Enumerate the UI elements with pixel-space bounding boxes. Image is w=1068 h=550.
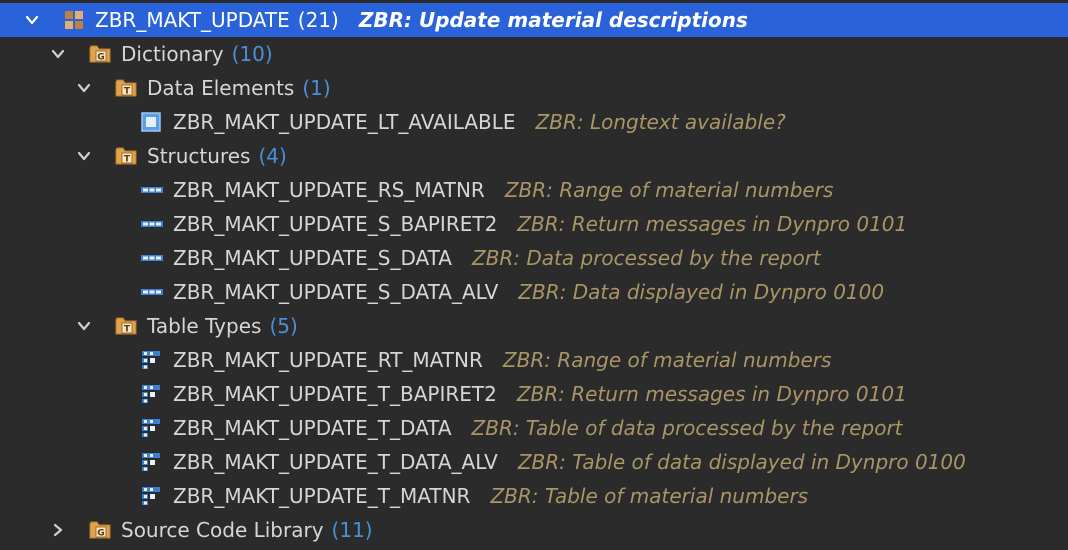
- table-type-icon: [141, 452, 161, 472]
- node-name: ZBR_MAKT_UPDATE_T_DATA_ALV: [173, 450, 498, 474]
- tree-node-structures[interactable]: T Structures (4): [0, 139, 1068, 173]
- tree-leaf-data-element[interactable]: ZBR_MAKT_UPDATE_LT_AVAILABLE ZBR: Longte…: [0, 105, 1068, 139]
- table-type-icon: [141, 350, 161, 370]
- structure-icon: [141, 180, 163, 200]
- node-count: (4): [258, 144, 287, 168]
- node-count: (1): [302, 76, 331, 100]
- node-name: ZBR_MAKT_UPDATE_S_DATA: [173, 246, 452, 270]
- node-name: ZBR_MAKT_UPDATE_T_DATA: [173, 416, 452, 440]
- node-description: ZBR: Table of data processed by the repo…: [471, 416, 903, 440]
- node-count: (5): [269, 314, 298, 338]
- chevron-down-icon[interactable]: [74, 316, 94, 336]
- node-name: ZBR_MAKT_UPDATE_S_DATA_ALV: [173, 280, 499, 304]
- folder-g-icon: G: [89, 44, 111, 64]
- folder-t-icon: T: [115, 78, 137, 98]
- chevron-down-icon[interactable]: [22, 10, 42, 30]
- table-type-icon: [141, 486, 161, 506]
- node-name: ZBR_MAKT_UPDATE_RS_MATNR: [173, 178, 485, 202]
- node-name: ZBR_MAKT_UPDATE_RT_MATNR: [173, 348, 483, 372]
- node-name: ZBR_MAKT_UPDATE_T_BAPIRET2: [173, 382, 497, 406]
- chevron-down-icon[interactable]: [74, 78, 94, 98]
- tree-leaf-table-type[interactable]: ZBR_MAKT_UPDATE_T_DATA ZBR: Table of dat…: [0, 411, 1068, 445]
- structure-icon: [141, 248, 163, 268]
- node-description: ZBR: Range of material numbers: [502, 348, 832, 372]
- tree-leaf-table-type[interactable]: ZBR_MAKT_UPDATE_T_DATA_ALV ZBR: Table of…: [0, 445, 1068, 479]
- package-icon: [64, 10, 84, 30]
- node-name: ZBR_MAKT_UPDATE_LT_AVAILABLE: [173, 110, 516, 134]
- structure-icon: [141, 214, 163, 234]
- node-description: ZBR: Longtext available?: [535, 110, 786, 134]
- node-name: Data Elements: [147, 76, 295, 100]
- svg-text:G: G: [97, 53, 104, 63]
- tree-leaf-structure[interactable]: ZBR_MAKT_UPDATE_S_DATA ZBR: Data process…: [0, 241, 1068, 275]
- tree-leaf-structure[interactable]: ZBR_MAKT_UPDATE_RS_MATNR ZBR: Range of m…: [0, 173, 1068, 207]
- tree-leaf-table-type[interactable]: ZBR_MAKT_UPDATE_RT_MATNR ZBR: Range of m…: [0, 343, 1068, 377]
- tree-node-root[interactable]: ZBR_MAKT_UPDATE (21) ZBR: Update materia…: [0, 3, 1068, 37]
- tree-leaf-table-type[interactable]: ZBR_MAKT_UPDATE_T_MATNR ZBR: Table of ma…: [0, 479, 1068, 513]
- structure-icon: [141, 282, 163, 302]
- svg-text:T: T: [124, 155, 131, 165]
- table-type-icon: [141, 418, 161, 438]
- node-name: Dictionary: [121, 42, 224, 66]
- node-name: Structures: [147, 144, 251, 168]
- folder-t-icon: T: [115, 146, 137, 166]
- svg-text:G: G: [97, 529, 104, 539]
- node-name: Table Types: [147, 314, 262, 338]
- tree-leaf-structure[interactable]: ZBR_MAKT_UPDATE_S_BAPIRET2 ZBR: Return m…: [0, 207, 1068, 241]
- tree-node-dictionary[interactable]: G Dictionary (10): [0, 37, 1068, 71]
- tree-node-table-types[interactable]: T Table Types (5): [0, 309, 1068, 343]
- chevron-down-icon[interactable]: [48, 44, 68, 64]
- node-description: ZBR: Range of material numbers: [504, 178, 834, 202]
- node-count: (11): [331, 518, 373, 542]
- node-description: ZBR: Table of material numbers: [490, 484, 809, 508]
- tree-node-source-code-library[interactable]: G Source Code Library (11): [0, 513, 1068, 547]
- table-type-icon: [141, 384, 161, 404]
- tree-leaf-table-type[interactable]: ZBR_MAKT_UPDATE_T_BAPIRET2 ZBR: Return m…: [0, 377, 1068, 411]
- folder-g-icon: G: [89, 520, 111, 540]
- chevron-right-icon[interactable]: [48, 520, 68, 540]
- node-name: ZBR_MAKT_UPDATE_S_BAPIRET2: [173, 212, 498, 236]
- svg-text:T: T: [124, 87, 131, 97]
- node-count: (21): [297, 8, 339, 32]
- node-description: ZBR: Update material descriptions: [358, 8, 748, 32]
- node-name: ZBR_MAKT_UPDATE: [95, 8, 290, 32]
- tree-leaf-structure[interactable]: ZBR_MAKT_UPDATE_S_DATA_ALV ZBR: Data dis…: [0, 275, 1068, 309]
- svg-text:T: T: [124, 325, 131, 335]
- chevron-down-icon[interactable]: [74, 146, 94, 166]
- node-description: ZBR: Data processed by the report: [471, 246, 821, 270]
- node-description: ZBR: Data displayed in Dynpro 0100: [518, 280, 885, 304]
- node-description: ZBR: Table of data displayed in Dynpro 0…: [517, 450, 966, 474]
- project-tree: ZBR_MAKT_UPDATE (21) ZBR: Update materia…: [0, 0, 1068, 550]
- tree-node-data-elements[interactable]: T Data Elements (1): [0, 71, 1068, 105]
- data-element-icon: [141, 112, 161, 132]
- folder-t-icon: T: [115, 316, 137, 336]
- node-count: (10): [231, 42, 273, 66]
- node-name: ZBR_MAKT_UPDATE_T_MATNR: [173, 484, 471, 508]
- node-description: ZBR: Return messages in Dynpro 0101: [517, 212, 908, 236]
- node-description: ZBR: Return messages in Dynpro 0101: [516, 382, 907, 406]
- node-name: Source Code Library: [121, 518, 324, 542]
